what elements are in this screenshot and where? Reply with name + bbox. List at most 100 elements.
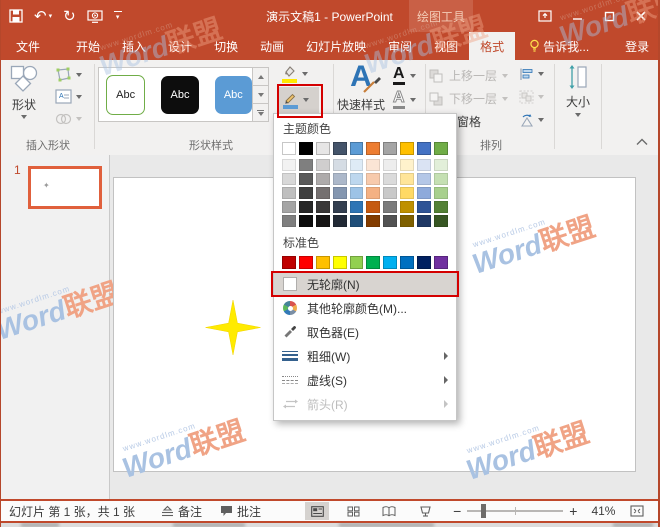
text-fill-button[interactable]: A <box>393 66 416 85</box>
bring-forward-button[interactable]: 上移一层 <box>429 67 508 84</box>
zoom-in-button[interactable]: + <box>569 503 577 519</box>
color-swatch[interactable] <box>350 215 364 227</box>
color-swatch[interactable] <box>366 173 380 185</box>
color-swatch[interactable] <box>434 159 448 171</box>
text-outline-button[interactable]: A <box>393 90 416 109</box>
color-swatch[interactable] <box>366 215 380 227</box>
color-swatch[interactable] <box>350 201 364 213</box>
color-swatch[interactable] <box>383 187 397 199</box>
tab-design[interactable]: 设计 <box>157 32 203 60</box>
color-swatch[interactable] <box>333 215 347 227</box>
color-swatch[interactable] <box>400 187 414 199</box>
color-swatch[interactable] <box>299 142 313 155</box>
color-swatch[interactable] <box>316 142 330 155</box>
shapes-gallery-button[interactable]: 形状 <box>9 64 39 119</box>
menu-item-more-outline-colors[interactable]: 其他轮廓颜色(M)... <box>274 296 456 320</box>
zoom-slider-thumb[interactable] <box>481 504 486 518</box>
menu-item-no-outline[interactable]: 无轮廓(N) <box>274 272 456 296</box>
color-swatch[interactable] <box>282 215 296 227</box>
color-swatch[interactable] <box>417 201 431 213</box>
shape-outline-button[interactable] <box>279 87 319 113</box>
align-button[interactable] <box>519 67 544 81</box>
color-swatch[interactable] <box>282 201 296 213</box>
color-swatch[interactable] <box>299 215 313 227</box>
start-slideshow-button[interactable] <box>87 10 103 23</box>
color-swatch[interactable] <box>282 159 296 171</box>
color-swatch[interactable] <box>400 215 414 227</box>
color-swatch[interactable] <box>383 256 397 269</box>
zoom-level[interactable]: 41% <box>591 504 615 518</box>
color-swatch[interactable] <box>299 159 313 171</box>
group-objects-button[interactable] <box>519 90 544 104</box>
color-swatch[interactable] <box>333 159 347 171</box>
color-swatch[interactable] <box>350 187 364 199</box>
color-swatch[interactable] <box>383 215 397 227</box>
color-swatch[interactable] <box>299 187 313 199</box>
color-swatch[interactable] <box>282 173 296 185</box>
color-swatch[interactable] <box>366 142 380 155</box>
notes-toggle-button[interactable]: 备注 <box>161 503 202 520</box>
color-swatch[interactable] <box>434 173 448 185</box>
redo-button[interactable]: ↻ <box>63 9 76 24</box>
color-swatch[interactable] <box>366 187 380 199</box>
fit-slide-to-window-button[interactable] <box>625 502 649 520</box>
color-swatch[interactable] <box>299 256 313 269</box>
tab-animations[interactable]: 动画 <box>249 32 295 60</box>
sign-in-button[interactable]: 登录 <box>614 32 660 60</box>
color-swatch[interactable] <box>417 159 431 171</box>
color-swatch[interactable] <box>383 201 397 213</box>
color-swatch[interactable] <box>350 256 364 269</box>
shape-style-preset-3[interactable]: Abc <box>215 76 252 114</box>
color-swatch[interactable] <box>282 142 296 155</box>
color-swatch[interactable] <box>282 187 296 199</box>
color-swatch[interactable] <box>316 187 330 199</box>
gallery-more-button[interactable] <box>253 104 268 121</box>
slide-thumbnail-1[interactable]: ✦ <box>28 166 102 209</box>
color-swatch[interactable] <box>383 173 397 185</box>
tab-view[interactable]: 视图 <box>423 32 469 60</box>
gallery-scroll-down-button[interactable] <box>253 86 268 104</box>
color-swatch[interactable] <box>400 159 414 171</box>
shape-style-preset-1[interactable]: Abc <box>106 75 145 115</box>
menu-item-weight[interactable]: 粗细(W) <box>274 344 456 368</box>
color-swatch[interactable] <box>417 256 431 269</box>
color-swatch[interactable] <box>434 142 448 155</box>
color-swatch[interactable] <box>417 173 431 185</box>
color-swatch[interactable] <box>350 173 364 185</box>
color-swatch[interactable] <box>383 142 397 155</box>
menu-item-eyedropper[interactable]: 取色器(E) <box>274 320 456 344</box>
color-swatch[interactable] <box>333 173 347 185</box>
color-swatch[interactable] <box>417 187 431 199</box>
color-swatch[interactable] <box>282 256 296 269</box>
tab-slideshow[interactable]: 幻灯片放映 <box>295 32 377 60</box>
edit-shape-button[interactable] <box>55 66 82 83</box>
menu-item-arrows[interactable]: 箭头(R) <box>274 392 456 416</box>
slide-sorter-view-button[interactable] <box>341 502 365 520</box>
gallery-scroll-up-button[interactable] <box>253 68 268 86</box>
color-swatch[interactable] <box>316 215 330 227</box>
color-swatch[interactable] <box>366 256 380 269</box>
undo-button[interactable]: ↶ ▾ <box>34 9 52 24</box>
zoom-out-button[interactable]: − <box>453 503 461 519</box>
normal-view-button[interactable] <box>305 502 329 520</box>
color-swatch[interactable] <box>350 142 364 155</box>
color-swatch[interactable] <box>366 201 380 213</box>
tab-home[interactable]: 开始 <box>65 32 111 60</box>
color-swatch[interactable] <box>366 159 380 171</box>
color-swatch[interactable] <box>316 159 330 171</box>
comments-toggle-button[interactable]: 批注 <box>220 503 261 520</box>
star-shape[interactable] <box>204 300 262 355</box>
color-swatch[interactable] <box>316 173 330 185</box>
color-swatch[interactable] <box>333 201 347 213</box>
color-swatch[interactable] <box>434 201 448 213</box>
slideshow-view-button[interactable] <box>413 502 437 520</box>
color-swatch[interactable] <box>299 201 313 213</box>
ribbon-display-options-button[interactable] <box>532 3 558 29</box>
tab-insert[interactable]: 插入 <box>111 32 157 60</box>
color-swatch[interactable] <box>434 256 448 269</box>
undo-dropdown-caret[interactable]: ▾ <box>49 12 53 20</box>
color-swatch[interactable] <box>299 173 313 185</box>
color-swatch[interactable] <box>434 187 448 199</box>
maximize-button[interactable] <box>596 3 622 29</box>
color-swatch[interactable] <box>383 159 397 171</box>
